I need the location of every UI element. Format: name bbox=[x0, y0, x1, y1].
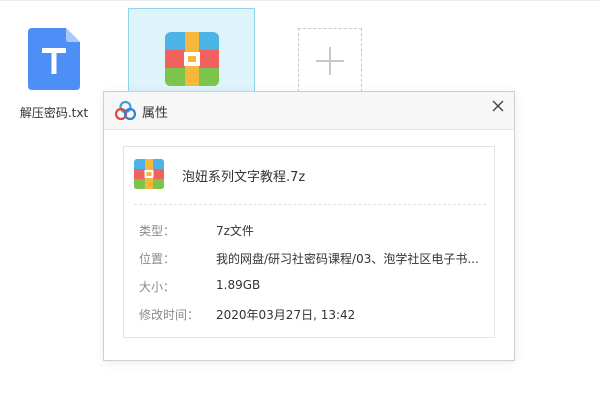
properties-dialog: 属性 泡妞系列文字教程.7z 类型： 7z文件 位置： 我的网盘/研习社密码课程… bbox=[103, 91, 515, 361]
archive-icon bbox=[165, 32, 219, 86]
dialog-title: 属性 bbox=[142, 106, 169, 121]
top-divider bbox=[0, 0, 600, 1]
plus-icon-vertical bbox=[329, 47, 331, 75]
type-value: 7z文件 bbox=[216, 224, 254, 238]
location-label: 位置： bbox=[139, 252, 176, 266]
properties-panel: 泡妞系列文字教程.7z 类型： 7z文件 位置： 我的网盘/研习社密码课程/03… bbox=[123, 146, 495, 338]
modified-value: 2020年03月27日, 13:42 bbox=[216, 308, 356, 322]
file-name-txt: 解压密码.txt bbox=[19, 106, 89, 120]
cloud-logo-icon bbox=[115, 100, 136, 121]
archive-icon-small bbox=[134, 159, 164, 189]
type-label: 类型： bbox=[139, 224, 176, 238]
size-value: 1.89GB bbox=[216, 278, 261, 292]
file-title: 泡妞系列文字教程.7z bbox=[182, 170, 306, 185]
text-file-icon bbox=[28, 28, 80, 90]
location-value[interactable]: 我的网盘/研习社密码课程/03、泡学社区电子书... bbox=[216, 250, 481, 267]
add-file-button[interactable] bbox=[298, 28, 362, 92]
file-tile-txt[interactable]: 解压密码.txt bbox=[14, 18, 94, 128]
panel-divider bbox=[134, 204, 486, 205]
close-icon[interactable] bbox=[490, 98, 506, 114]
dialog-header: 属性 bbox=[104, 92, 514, 130]
modified-label: 修改时间： bbox=[139, 308, 200, 322]
size-label: 大小： bbox=[139, 280, 176, 294]
